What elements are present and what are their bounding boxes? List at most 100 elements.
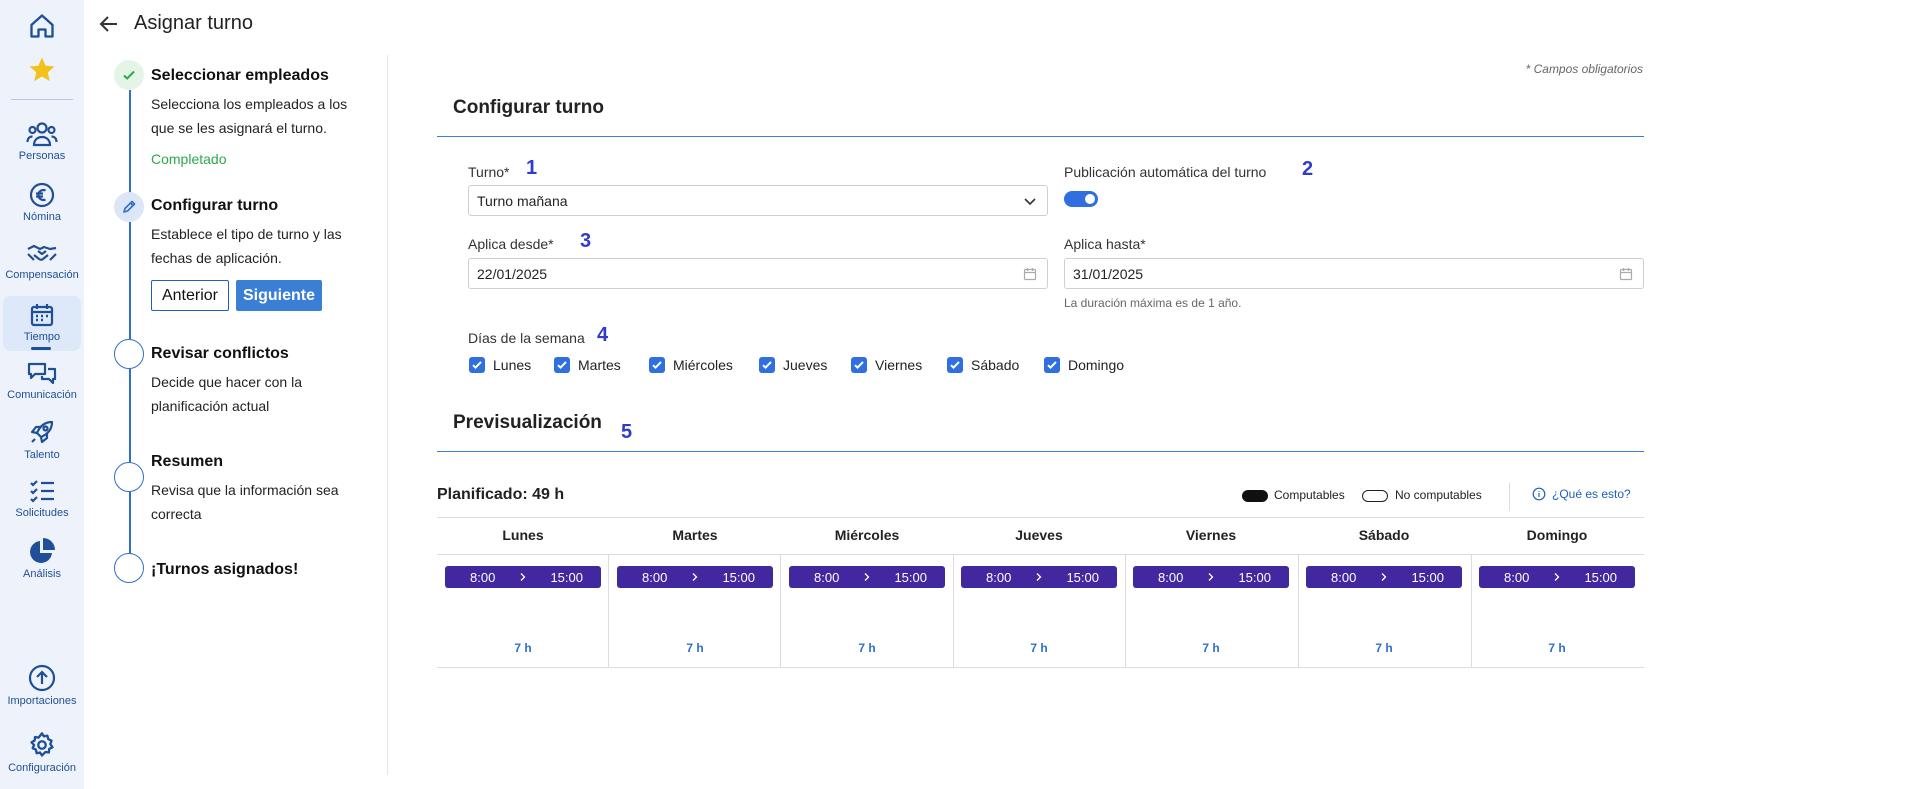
shift-start: 8:00 xyxy=(814,569,840,585)
legend-computable-swatch xyxy=(1242,490,1268,502)
day-hours: 7 h xyxy=(858,641,876,655)
step-3-indicator xyxy=(114,339,144,369)
nav-importaciones[interactable]: Importaciones xyxy=(3,664,81,707)
nav-configuracion[interactable]: Configuración xyxy=(3,731,81,774)
to-date-field[interactable]: 31/01/2025 xyxy=(1064,258,1644,289)
checkbox-box xyxy=(851,357,867,373)
grid-header-border xyxy=(437,554,1644,555)
shift-block[interactable]: 8:00 15:00 xyxy=(1133,566,1289,588)
shift-block[interactable]: 8:00 15:00 xyxy=(1306,566,1462,588)
nav-label-importaciones: Importaciones xyxy=(7,695,77,707)
arrow-left-icon xyxy=(99,16,117,32)
weekdays-label: Días de la semana xyxy=(468,330,585,346)
preview-section-title: Previsualización xyxy=(453,412,602,433)
what-is-this-link[interactable]: ¿Qué es esto? xyxy=(1532,487,1631,501)
handshake-icon xyxy=(27,244,57,261)
shift-end: 15:00 xyxy=(1238,569,1271,585)
checkbox-box xyxy=(759,357,775,373)
required-fields-note: * Campos obligatorios xyxy=(1525,62,1643,76)
weekday-checkbox-martes[interactable]: Martes xyxy=(554,357,621,373)
nav-tiempo[interactable]: Tiempo xyxy=(3,296,81,351)
left-nav: Personas Nómina Compensación Tiempo Comu… xyxy=(0,0,84,789)
next-button[interactable]: Siguiente xyxy=(236,280,322,311)
shift-block[interactable]: 8:00 15:00 xyxy=(617,566,773,588)
shift-block[interactable]: 8:00 15:00 xyxy=(961,566,1117,588)
from-date-field[interactable]: 22/01/2025 xyxy=(468,258,1048,289)
nav-label-nomina: Nómina xyxy=(23,211,61,223)
nav-talento[interactable]: Talento xyxy=(3,418,81,461)
star-icon xyxy=(29,57,55,82)
legend-separator xyxy=(1509,483,1510,511)
step-connector xyxy=(129,369,131,462)
day-hours: 7 h xyxy=(1548,641,1566,655)
calendar-small-icon xyxy=(1619,268,1633,281)
day-header: Sábado xyxy=(1358,527,1410,543)
nav-compensacion[interactable]: Compensación xyxy=(3,242,81,281)
planned-hours: Planificado: 49 h xyxy=(437,486,565,503)
checkbox-box xyxy=(1044,357,1060,373)
chat-icon xyxy=(27,362,57,385)
pie-chart-icon xyxy=(30,538,55,563)
nav-comunicacion[interactable]: Comunicación xyxy=(3,360,81,401)
nav-nomina[interactable]: Nómina xyxy=(3,182,81,223)
rocket-icon xyxy=(30,420,54,444)
nav-favorites[interactable] xyxy=(3,55,81,85)
from-label: Aplica desde* xyxy=(468,236,554,252)
nav-analisis[interactable]: Análisis xyxy=(3,537,81,580)
step-connector xyxy=(129,222,131,339)
shift-start: 8:00 xyxy=(1331,569,1357,585)
weekday-checkbox-miercoles[interactable]: Miércoles xyxy=(649,357,733,373)
nav-label-compensacion: Compensación xyxy=(5,269,79,281)
check-icon xyxy=(472,361,482,370)
shift-end: 15:00 xyxy=(894,569,927,585)
check-icon xyxy=(123,70,135,80)
shift-end: 15:00 xyxy=(1584,569,1617,585)
step-2-title: Configurar turno xyxy=(151,197,279,214)
nav-active-indicator xyxy=(31,347,51,350)
nav-label-personas: Personas xyxy=(18,150,66,162)
auto-publish-toggle[interactable] xyxy=(1064,191,1098,207)
step-4-indicator xyxy=(114,462,144,492)
annotation-4: 4 xyxy=(597,324,609,346)
back-button[interactable] xyxy=(97,12,121,36)
nav-label-analisis: Análisis xyxy=(23,568,61,580)
shift-block[interactable]: 8:00 15:00 xyxy=(789,566,945,588)
weekday-checkbox-domingo[interactable]: Domingo xyxy=(1044,357,1124,373)
duration-hint: La duración máxima es de 1 año. xyxy=(1064,296,1242,310)
shift-start: 8:00 xyxy=(986,569,1012,585)
grid-top-border xyxy=(437,517,1644,518)
nav-solicitudes[interactable]: Solicitudes xyxy=(3,478,81,519)
to-label: Aplica hasta* xyxy=(1064,236,1146,252)
weekday-checkbox-viernes[interactable]: Viernes xyxy=(851,357,922,373)
weekday-checkbox-lunes[interactable]: Lunes xyxy=(469,357,531,373)
previous-button[interactable]: Anterior xyxy=(151,280,229,311)
shift-start: 8:00 xyxy=(470,569,496,585)
shift-end: 15:00 xyxy=(1411,569,1444,585)
config-section-rule xyxy=(437,136,1644,137)
annotation-2: 2 xyxy=(1302,158,1314,180)
weekday-checkbox-jueves[interactable]: Jueves xyxy=(759,357,827,373)
check-icon xyxy=(652,361,662,370)
nav-label-solicitudes: Solicitudes xyxy=(15,507,69,519)
checkbox-box xyxy=(649,357,665,373)
step-2-indicator xyxy=(114,192,144,222)
nav-home[interactable] xyxy=(3,12,81,40)
nav-personas[interactable]: Personas xyxy=(3,121,81,162)
chevron-right-icon xyxy=(864,573,870,581)
turno-select[interactable]: Turno mañana xyxy=(468,185,1048,216)
toggle-knob xyxy=(1085,194,1095,204)
what-is-this-label: ¿Qué es esto? xyxy=(1552,487,1631,501)
weekday-label: Jueves xyxy=(783,357,828,373)
day-header: Viernes xyxy=(1185,527,1237,543)
chevron-right-icon xyxy=(1208,573,1214,581)
step-4-title: Resumen xyxy=(151,453,224,470)
turno-label: Turno* xyxy=(468,164,510,180)
grid-bottom-border xyxy=(437,667,1644,668)
shift-end: 15:00 xyxy=(1066,569,1099,585)
shift-block[interactable]: 8:00 15:00 xyxy=(1479,566,1635,588)
info-icon xyxy=(1532,487,1546,501)
day-header: Miércoles xyxy=(834,527,900,543)
weekday-checkbox-sabado[interactable]: Sábado xyxy=(947,357,1019,373)
page-title: Asignar turno xyxy=(134,12,253,34)
shift-block[interactable]: 8:00 15:00 xyxy=(445,566,601,588)
